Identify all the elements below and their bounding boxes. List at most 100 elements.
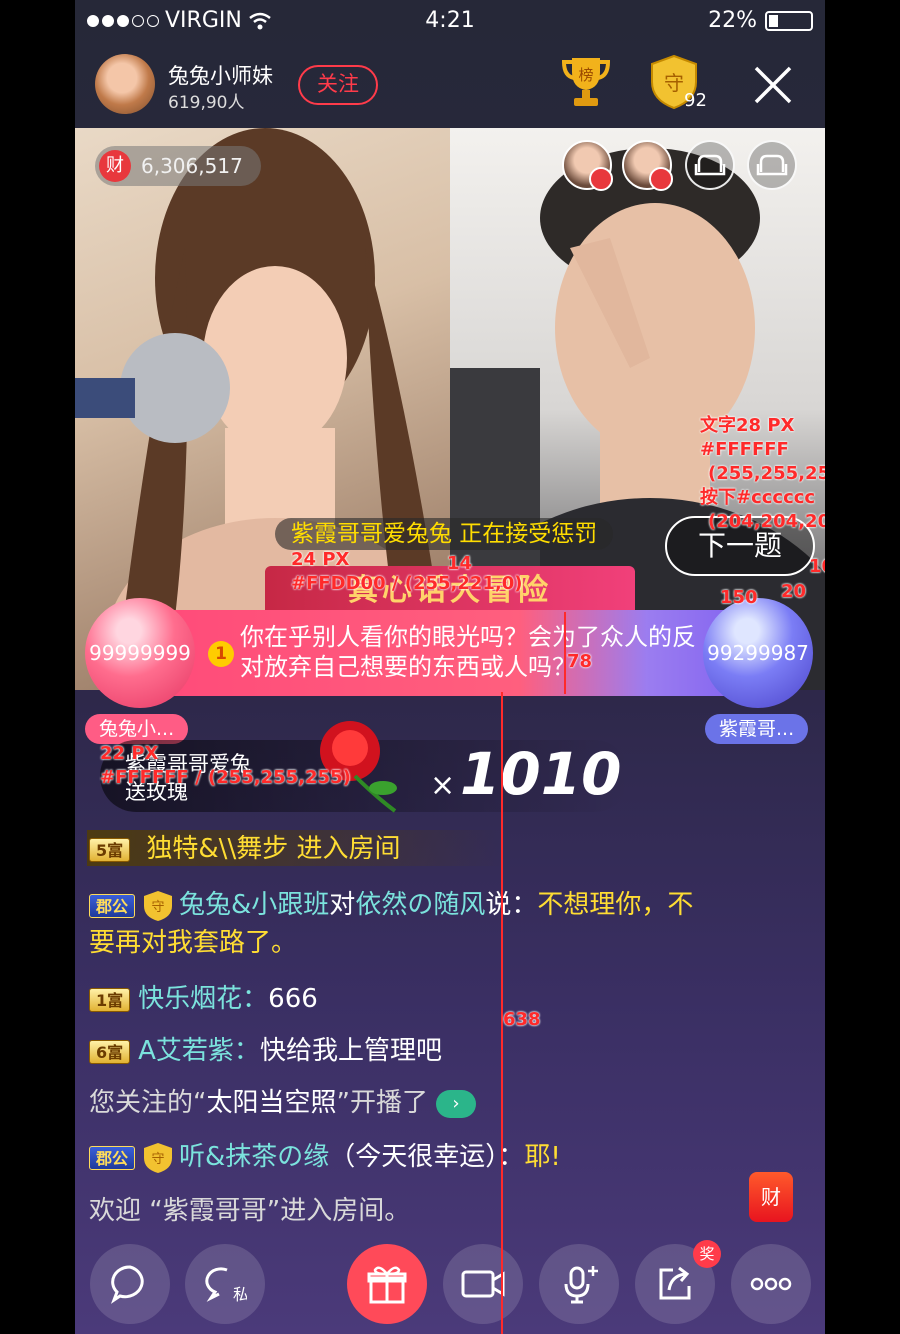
annotation-rgb: (255,255,255) [708,463,825,484]
chat-target-name[interactable]: 依然の随风 [355,890,485,920]
private-label: 私 [233,1285,247,1304]
prize-badge: 奖 [693,1240,721,1268]
chat-user-name[interactable]: 快乐烟花： [138,984,268,1014]
wealth-rank-badge: 5富 [89,837,131,862]
chat-say: 说： [485,890,538,920]
enter-user-name[interactable]: 独特&\\舞步 [146,834,288,864]
seat-avatar-2[interactable] [622,140,673,191]
annotation-height: 78 [567,651,593,672]
notice-prefix: 您关注的“ [89,1088,207,1118]
enter-text: 进入房间 [296,834,401,864]
annotation-pressed: 按下#cccccc [700,487,816,508]
annotation-chat-width: 638 [503,1009,541,1030]
host-name[interactable]: 兔兔小师妹 [168,60,273,90]
annotation-font-size: 文字28 PX [700,415,795,436]
ranking-trophy-icon[interactable]: 榜 [560,54,612,110]
annotation-pressed-rgb: (204,204,204) [708,511,825,532]
notice-suffix: ”开播了 [336,1088,428,1118]
question-text: 你在乎别人看你的眼光吗？会为了众人的反对放弃自己想要的东西或人吗？ [240,623,696,681]
seat-avatar-1[interactable] [562,140,613,191]
chat-message: 1富 快乐烟花：666 [89,980,709,1018]
wealth-icon: 财 [99,150,131,182]
gift-box-icon [367,1266,407,1304]
seat-icon [649,167,673,191]
wealth-rank-badge: 6富 [89,1039,131,1064]
more-dots-icon [750,1277,792,1291]
chat-message: 6富 A艾若紫：快给我上管理吧 [89,1032,709,1070]
right-player-name[interactable]: 紫霞哥... [705,714,809,744]
annotation-gift-size: 22 PX [100,743,159,764]
notice-user-name[interactable]: 太阳当空照 [206,1088,336,1118]
host-avatar[interactable] [95,54,155,114]
wealth-value: 6,306,517 [141,154,243,178]
room-header: 兔兔小师妹 619,90人 关注 榜 守 92 [75,42,825,128]
microphone-plus-icon [564,1266,598,1304]
punishment-title: 紫霞哥哥爱兔兔 正在接受惩罚 [275,518,614,550]
chat-connector: （今天很幸运）： [329,1142,525,1172]
annotation-color: #FFFFFF [700,439,789,460]
gift-times-sign: × [430,768,456,803]
video-button[interactable] [443,1244,523,1324]
seat-icon [589,167,613,191]
chat-text: 666 [268,984,318,1014]
annotation-width: 150 [720,587,758,608]
chat-button[interactable] [90,1244,170,1324]
vip-enter-message: 5富 独特&\\舞步 进入房间 [89,830,709,868]
go-to-room-arrow-icon[interactable]: › [435,1089,476,1118]
chat-connector: 对 [329,890,356,920]
annotation-gap: 10 [809,556,825,577]
guard-label: 守 [664,71,684,95]
sofa-icon [694,154,726,176]
more-button[interactable] [731,1244,811,1324]
video-camera-icon [461,1270,505,1298]
gift-button[interactable] [347,1244,427,1324]
guard-button[interactable]: 守 92 [650,54,707,114]
wealth-badge[interactable]: 财 6,306,517 [95,146,261,186]
guard-shield-icon: 守 [144,890,173,921]
live-room-screen: VIRGIN 4:21 22% 兔兔小师妹 619,90人 关注 榜 守 92 [75,0,825,1334]
battery-percent: 22% [708,8,757,33]
share-icon [659,1266,691,1300]
chat-text: 快给我上管理吧 [259,1036,442,1066]
wealth-rank-badge: 1富 [89,987,131,1012]
right-score-ball: 99299987 [703,598,813,708]
guard-text: 守 [152,1152,165,1167]
welcome-text: 欢迎 “紫霞哥哥”进入房间。 [89,1196,411,1226]
guard-text: 守 [152,900,165,915]
chat-message: 郡公守兔兔&小跟班对依然の随风说：不想理你，不要再对我套路了。 [89,886,709,962]
chat-user-name[interactable]: 听&抹茶の缘 [179,1142,329,1172]
mic-button[interactable] [539,1244,619,1324]
annotation-gift-color: #FFFFFF / (255,255,255) [100,767,351,788]
empty-seat-1[interactable] [685,140,735,190]
battery-indicator: 22% [708,8,813,33]
battery-icon [765,10,813,31]
status-bar: VIRGIN 4:21 22% [75,0,825,42]
fan-count: 619,90人 [168,93,245,113]
ranking-label: 榜 [578,66,593,84]
red-packet-button[interactable]: 财 [749,1172,793,1222]
gift-count: 1010 [460,740,622,808]
follow-button[interactable]: 关注 [298,65,378,105]
guard-shield-icon: 守 [144,1142,173,1173]
noble-badge: 郡公 [89,893,136,918]
annotation-title-size: 24 PX [291,549,350,570]
chat-message: 郡公 守听&抹茶の缘（今天很幸运）：耶! [89,1138,709,1176]
left-score-ball: 99999999 [85,598,195,708]
noble-badge: 郡公 [89,1145,136,1170]
chat-bubble-icon [110,1265,144,1304]
sofa-icon [756,154,788,176]
live-start-notice: 您关注的“太阳当空照”开播了 › [89,1084,709,1122]
chat-user-name[interactable]: A艾若紫： [138,1036,260,1066]
private-chat-icon: 私 [205,1267,247,1304]
welcome-message: 欢迎 “紫霞哥哥”进入房间。 [89,1192,709,1230]
chat-user-name[interactable]: 兔兔&小跟班 [179,890,329,920]
chat-text: 耶! [524,1142,561,1172]
guard-count: 92 [684,90,707,111]
private-chat-button[interactable]: 私 [185,1244,265,1324]
annotation-margin: 20 [781,581,807,602]
question-number: 1 [208,641,234,667]
annotation-title-color: #FFDD00 / (255,221,0) [291,573,523,594]
measure-guide-line [564,612,566,694]
empty-seat-2[interactable] [747,140,797,190]
close-icon[interactable] [750,62,796,108]
